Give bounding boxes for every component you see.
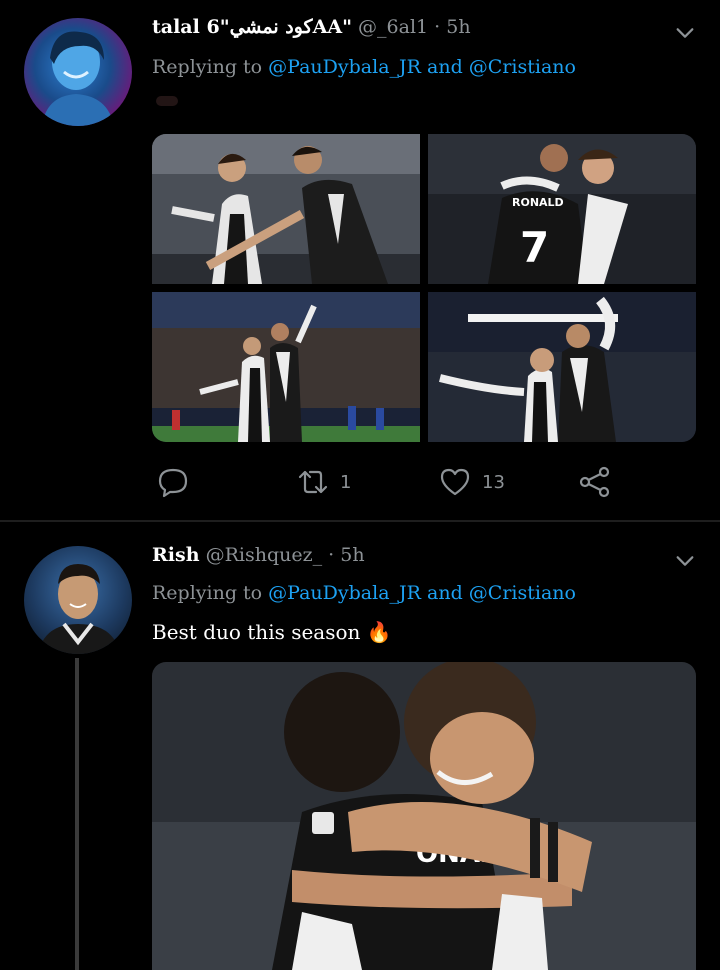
- photo[interactable]: ONALD: [152, 662, 696, 970]
- chevron-down-icon[interactable]: [674, 22, 696, 44]
- photo[interactable]: [152, 134, 420, 284]
- photo[interactable]: [152, 292, 420, 442]
- chevron-down-icon[interactable]: [674, 550, 696, 572]
- replying-to: Replying to @PauDybala_JR and @Cristiano: [152, 582, 576, 604]
- avatar[interactable]: [24, 18, 132, 126]
- reply-button[interactable]: [156, 462, 200, 502]
- mention-link[interactable]: @PauDybala_JR: [268, 56, 421, 78]
- tweet-actions: 1 13: [152, 462, 696, 502]
- retweet-button[interactable]: 1: [296, 462, 351, 502]
- mention-link[interactable]: @Cristiano: [469, 582, 576, 604]
- tweet-header: Rish @Rishquez_ · 5h: [152, 544, 365, 566]
- reply-icon[interactable]: [156, 465, 190, 499]
- tweet-header: talal كود نمشي"6AA" @_6al1 · 5h: [152, 16, 471, 38]
- like-count: 13: [482, 471, 505, 493]
- svg-text:RONALD: RONALD: [512, 196, 564, 209]
- photo[interactable]: [428, 292, 696, 442]
- separator: ·: [328, 544, 335, 566]
- replying-to-label: Replying to: [152, 582, 263, 604]
- separator: ·: [434, 16, 441, 38]
- user-handle[interactable]: @_6al1: [358, 16, 428, 38]
- mention-link[interactable]: @PauDybala_JR: [268, 582, 421, 604]
- thread-line: [75, 658, 79, 970]
- tweet-text: Best duo this season 🔥: [152, 620, 392, 644]
- photo[interactable]: RONALD 7: [428, 134, 696, 284]
- timestamp[interactable]: 5h: [446, 16, 470, 38]
- heart-icon[interactable]: [438, 465, 472, 499]
- tweet[interactable]: talal كود نمشي"6AA" @_6al1 · 5h Replying…: [0, 0, 720, 520]
- svg-text:7: 7: [520, 223, 549, 272]
- tweet[interactable]: Rish @Rishquez_ · 5h Replying to @PauDyb…: [0, 522, 720, 970]
- share-icon[interactable]: [578, 465, 612, 499]
- retweet-count: 1: [340, 471, 352, 493]
- replying-to-label: Replying to: [152, 56, 263, 78]
- emoji-glyph: [156, 96, 178, 106]
- mention-link[interactable]: @Cristiano: [469, 56, 576, 78]
- replying-to: Replying to @PauDybala_JR and @Cristiano: [152, 56, 576, 78]
- avatar-image: [42, 31, 114, 126]
- display-name[interactable]: talal كود نمشي"6AA": [152, 16, 352, 38]
- avatar[interactable]: [24, 546, 132, 654]
- retweet-icon[interactable]: [296, 465, 330, 499]
- avatar-image: [38, 564, 120, 654]
- media-grid[interactable]: RONALD 7: [152, 134, 696, 442]
- like-button[interactable]: 13: [438, 462, 505, 502]
- user-handle[interactable]: @Rishquez_: [206, 544, 323, 566]
- share-button[interactable]: [578, 462, 612, 502]
- display-name[interactable]: Rish: [152, 544, 200, 566]
- mention-joiner[interactable]: and: [427, 582, 463, 604]
- timestamp[interactable]: 5h: [340, 544, 364, 566]
- mention-joiner[interactable]: and: [427, 56, 463, 78]
